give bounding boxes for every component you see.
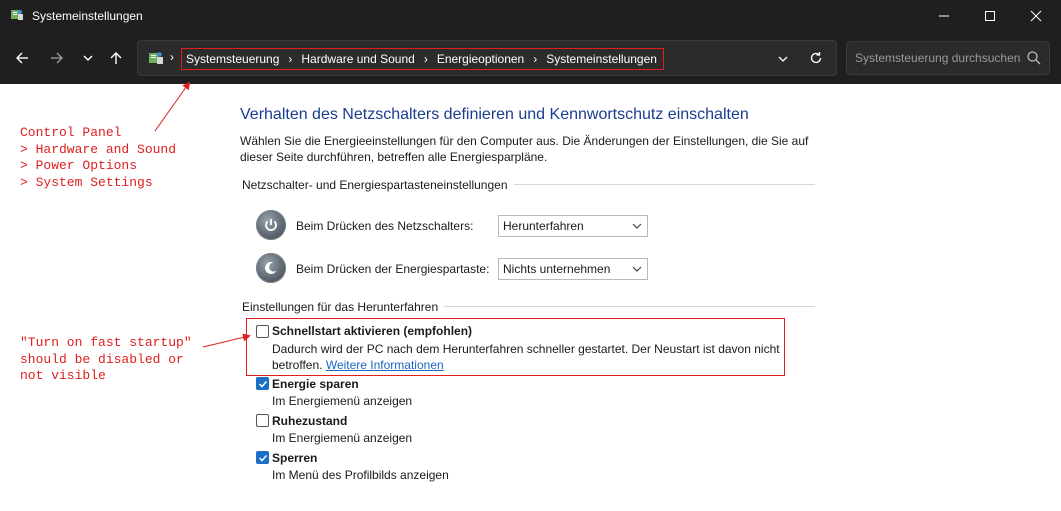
hibernate-checkbox[interactable] [256,414,269,427]
lock-checkbox[interactable] [256,451,269,464]
breadcrumb-annotation: Control Panel > Hardware and Sound > Pow… [20,125,177,190]
sleep-button-select[interactable]: Nichts unternehmen [498,258,648,280]
arrow-up-icon [110,52,122,64]
window-title: Systemeinstellungen [32,9,143,23]
breadcrumb-energieoptionen[interactable]: Energieoptionen [437,52,524,66]
chevron-down-icon [83,55,93,61]
fast-startup-annotation-arrow [202,333,251,348]
refresh-icon [810,52,822,64]
address-bar[interactable]: › Systemsteuerung › Hardware und Sound ›… [137,40,837,76]
search-input[interactable] [846,41,1050,75]
chevron-right-icon[interactable]: › [288,52,292,66]
buttons-section-title: Netzschalter- und Energiespartasteneinst… [242,178,514,192]
recent-locations-button[interactable] [76,46,100,70]
breadcrumb-systemeinstellungen[interactable]: Systemeinstellungen [546,52,657,66]
page-title: Verhalten des Netzschalters definieren u… [240,106,749,123]
chevron-down-icon [632,266,642,272]
back-button[interactable] [10,46,34,70]
sleep-button-icon [256,253,286,283]
control-panel-icon [149,52,163,64]
power-button-icon [256,210,286,240]
breadcrumb-systemsteuerung[interactable]: Systemsteuerung [186,52,279,66]
page-description: Wählen Sie die Energieeinstellungen für … [240,134,809,164]
minimize-icon [939,15,949,17]
breadcrumb-annotation-arrow [154,81,191,132]
sleep-checkbox[interactable] [256,377,269,390]
fast-startup-annotation: "Turn on fast startup" should be disable… [20,335,192,383]
chevron-right-icon: › [170,50,174,64]
close-button[interactable] [1013,0,1059,32]
sleep-button-value: Nichts unternehmen [503,262,611,276]
title-bar: Systemeinstellungen [0,0,1061,32]
power-button-select[interactable]: Herunterfahren [498,215,648,237]
up-button[interactable] [104,46,128,70]
chevron-down-icon [778,56,788,62]
address-history-button[interactable] [773,49,793,69]
refresh-button[interactable] [805,47,827,69]
lock-option-title: Sperren [272,451,318,465]
hibernate-option-description: Im Energiemenü anzeigen [272,431,413,445]
sleep-option-description: Im Energiemenü anzeigen [272,394,413,408]
maximize-icon [985,11,995,21]
sleep-button-label: Beim Drücken der Energiespartaste: [296,262,490,276]
fast-startup-description: Dadurch wird der PC nach dem Herunterfah… [272,341,782,373]
maximize-button[interactable] [967,0,1013,32]
control-panel-icon [11,10,23,20]
breadcrumb: Systemsteuerung › Hardware und Sound › E… [181,48,664,70]
minimize-button[interactable] [921,0,967,32]
arrow-left-icon [16,52,28,64]
shutdown-section-title: Einstellungen für das Herunterfahren [242,300,445,314]
close-icon [1030,10,1042,22]
chevron-down-icon [632,223,642,229]
power-button-label: Beim Drücken des Netzschalters: [296,219,474,233]
fast-startup-title: Schnellstart aktivieren (empfohlen) [272,324,473,338]
chevron-right-icon[interactable]: › [533,52,537,66]
search-icon[interactable] [1026,50,1042,66]
hibernate-option-title: Ruhezustand [272,414,348,428]
sleep-option-title: Energie sparen [272,377,359,391]
breadcrumb-hardware-sound[interactable]: Hardware und Sound [301,52,414,66]
chevron-right-icon[interactable]: › [424,52,428,66]
arrow-right-icon [51,52,63,64]
checkmark-icon [258,380,268,388]
more-info-link[interactable]: Weitere Informationen [326,358,444,372]
power-button-value: Herunterfahren [503,219,584,233]
lock-option-description: Im Menü des Profilbilds anzeigen [272,468,449,482]
fast-startup-checkbox[interactable] [256,325,269,338]
checkmark-icon [258,454,268,462]
forward-button[interactable] [45,46,69,70]
